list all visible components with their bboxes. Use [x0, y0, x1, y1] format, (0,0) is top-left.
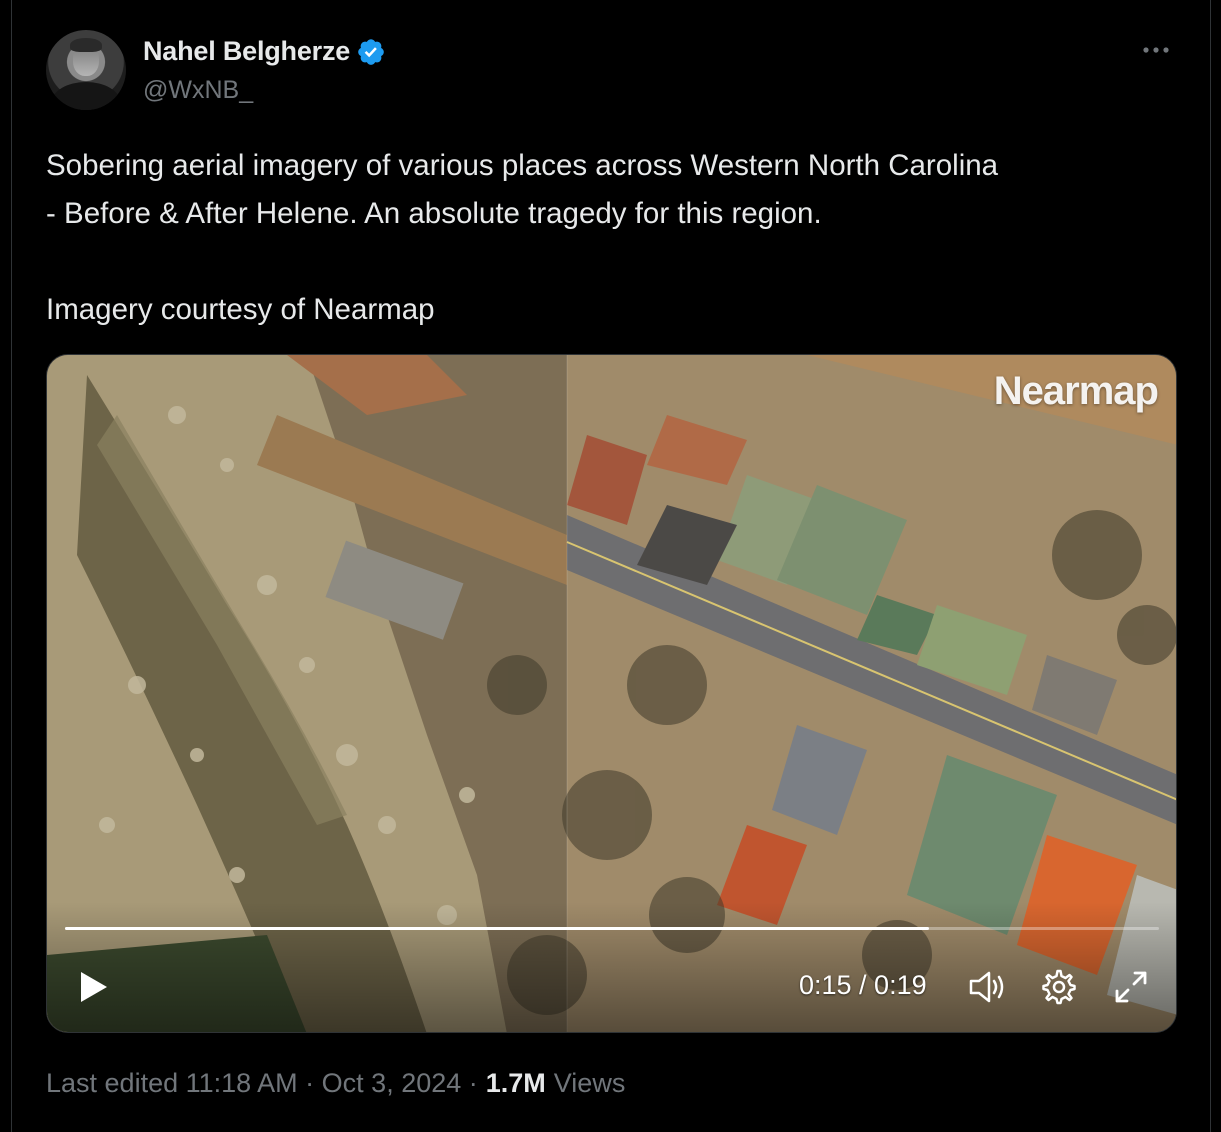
name-row: Nahel Belgherze: [143, 36, 386, 67]
edited-timestamp[interactable]: Last edited 11:18 AM · Oct 3, 2024 ·: [46, 1068, 478, 1099]
tweet-frame: Nahel Belgherze @WxNB_ Sobering aerial i…: [0, 0, 1221, 1132]
avatar[interactable]: [46, 30, 126, 110]
video-time-readout: 0:15 / 0:19: [799, 970, 927, 1000]
views-label: Views: [553, 1068, 626, 1098]
column-border-right: [1210, 0, 1211, 1132]
video-player[interactable]: Nearmap 0:15 / 0:19: [46, 354, 1177, 1033]
tweet-header: Nahel Belgherze @WxNB_: [46, 30, 1176, 110]
display-name[interactable]: Nahel Belgherze: [143, 36, 350, 67]
nearmap-watermark: Nearmap: [993, 369, 1159, 413]
avatar-hair: [70, 38, 102, 52]
tweet-text: Sobering aerial imagery of various place…: [46, 149, 999, 326]
views-count: 1.7M: [485, 1068, 546, 1098]
more-options-icon[interactable]: [1140, 40, 1172, 60]
volume-icon[interactable]: [965, 967, 1009, 1007]
verified-badge-icon: [358, 38, 384, 65]
avatar-shoulders: [52, 82, 120, 110]
settings-icon[interactable]: [1039, 967, 1079, 1007]
fullscreen-icon[interactable]: [1111, 967, 1151, 1007]
column-border-left: [11, 0, 12, 1132]
play-icon[interactable]: [73, 967, 113, 1007]
video-progress-bar[interactable]: [65, 927, 1159, 930]
video-progress-fill: [65, 927, 930, 930]
tweet-meta: Last edited 11:18 AM · Oct 3, 2024 · 1.7…: [46, 1068, 625, 1099]
user-handle[interactable]: @WxNB_: [143, 76, 253, 105]
